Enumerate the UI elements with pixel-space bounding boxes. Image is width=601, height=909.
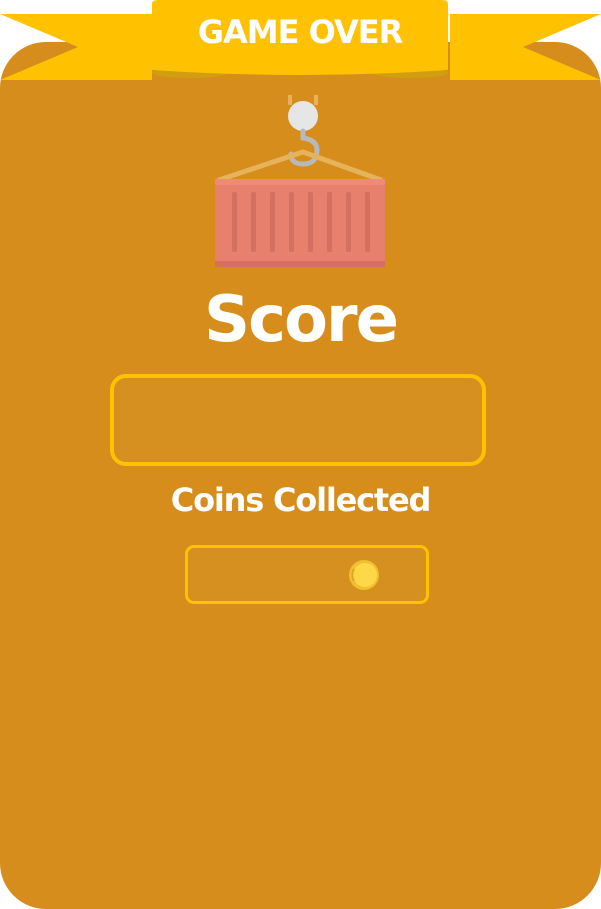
coins-collected-title: Coins Collected [170, 481, 432, 519]
coin-icon [349, 560, 379, 590]
game-over-title: GAME OVER [197, 13, 403, 51]
score-value-box [110, 374, 486, 466]
score-title: Score [204, 283, 399, 357]
coins-value-box [185, 545, 429, 604]
cargo-container-crane-icon [215, 95, 385, 267]
